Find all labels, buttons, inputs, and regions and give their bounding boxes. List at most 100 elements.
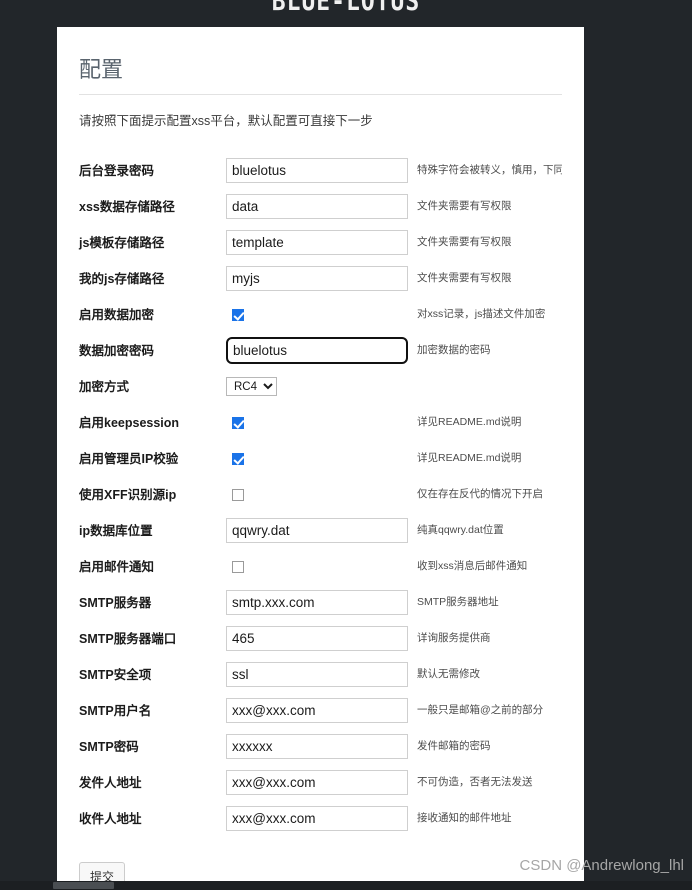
field-hint: 详见README.md说明 bbox=[417, 416, 522, 429]
field-hint: 详见README.md说明 bbox=[417, 452, 522, 465]
field-label: 我的js存储路径 bbox=[79, 271, 165, 286]
field-hint: 加密数据的密码 bbox=[417, 344, 491, 357]
field-control: RC4 bbox=[226, 377, 412, 397]
field-hint: 接收通知的邮件地址 bbox=[417, 812, 512, 825]
field-control bbox=[226, 337, 412, 365]
submit-row: 提交 bbox=[79, 861, 562, 882]
form-row: SMTP密码 发件邮箱的密码 bbox=[79, 729, 562, 765]
text-input[interactable] bbox=[226, 590, 408, 616]
form-row: 收件人地址 接收通知的邮件地址 bbox=[79, 801, 562, 837]
form-row: 启用数据加密 对xss记录，js描述文件加密 bbox=[79, 297, 562, 333]
field-control bbox=[226, 488, 412, 501]
field-label: ip数据库位置 bbox=[79, 523, 153, 538]
text-input[interactable] bbox=[226, 734, 408, 760]
form-row: 使用XFF识别源ip 仅在存在反代的情况下开启 bbox=[79, 477, 562, 513]
text-input[interactable] bbox=[226, 662, 408, 688]
site-title: BLUE-LOTUS bbox=[271, 0, 421, 17]
text-input[interactable] bbox=[226, 266, 408, 292]
field-hint: 纯真qqwry.dat位置 bbox=[417, 524, 504, 537]
site-banner: BLUE-LOTUS bbox=[0, 0, 692, 27]
form-row: 加密方式 RC4 bbox=[79, 369, 562, 405]
field-hint: 文件夹需要有写权限 bbox=[417, 200, 512, 213]
horizontal-scrollbar[interactable] bbox=[0, 881, 692, 890]
form-row: SMTP用户名 一般只是邮箱@之前的部分 bbox=[79, 693, 562, 729]
horizontal-scrollbar-thumb[interactable] bbox=[53, 882, 114, 889]
field-label: 启用keepsession bbox=[79, 415, 180, 430]
field-hint: 特殊字符会被转义，慎用，下同 bbox=[417, 164, 562, 177]
field-label: 收件人地址 bbox=[79, 811, 142, 826]
checkbox-input[interactable] bbox=[232, 416, 244, 429]
checkbox-input[interactable] bbox=[232, 452, 244, 465]
form-row: 发件人地址 不可伪造，否者无法发送 bbox=[79, 765, 562, 801]
field-hint: 默认无需修改 bbox=[417, 668, 480, 681]
field-control bbox=[226, 230, 412, 256]
field-label: 启用管理员IP校验 bbox=[79, 451, 179, 466]
field-hint: 一般只是邮箱@之前的部分 bbox=[417, 704, 544, 717]
field-label: js模板存储路径 bbox=[79, 235, 165, 250]
text-input[interactable] bbox=[226, 337, 408, 365]
submit-button[interactable]: 提交 bbox=[79, 861, 126, 882]
checkbox-input[interactable] bbox=[232, 488, 244, 501]
field-label: 数据加密密码 bbox=[79, 343, 155, 358]
form-row: 数据加密密码 加密数据的密码 bbox=[79, 333, 562, 369]
field-label: 启用数据加密 bbox=[79, 307, 155, 322]
field-label: 使用XFF识别源ip bbox=[79, 487, 177, 502]
form-row: 启用邮件通知 收到xss消息后邮件通知 bbox=[79, 549, 562, 585]
title-divider bbox=[79, 94, 562, 96]
text-input[interactable] bbox=[226, 194, 408, 220]
form-row: 后台登录密码 特殊字符会被转义，慎用，下同 bbox=[79, 153, 562, 189]
field-hint: 文件夹需要有写权限 bbox=[417, 236, 512, 249]
field-control bbox=[226, 806, 412, 832]
page-title: 配置 bbox=[79, 57, 124, 82]
config-form: 后台登录密码特殊字符会被转义，慎用，下同xss数据存储路径文件夹需要有写权限js… bbox=[79, 153, 562, 837]
field-label: SMTP密码 bbox=[79, 739, 139, 754]
intro-text: 请按照下面提示配置xss平台，默认配置可直接下一步 bbox=[79, 114, 373, 129]
field-hint: 详询服务提供商 bbox=[417, 632, 491, 645]
text-input[interactable] bbox=[226, 626, 408, 652]
field-control bbox=[226, 698, 412, 724]
text-input[interactable] bbox=[226, 230, 408, 256]
select-input[interactable]: RC4 bbox=[226, 377, 277, 397]
field-label: 加密方式 bbox=[79, 379, 130, 394]
checkbox-input[interactable] bbox=[232, 308, 244, 321]
text-input[interactable] bbox=[226, 806, 408, 832]
field-control bbox=[226, 518, 412, 544]
field-control bbox=[226, 308, 412, 321]
checkbox-input[interactable] bbox=[232, 560, 244, 573]
field-control bbox=[226, 662, 412, 688]
field-control bbox=[226, 626, 412, 652]
field-control bbox=[226, 770, 412, 796]
field-label: xss数据存储路径 bbox=[79, 199, 175, 214]
field-label: 启用邮件通知 bbox=[79, 559, 155, 574]
field-control bbox=[226, 734, 412, 760]
config-card: 配置 请按照下面提示配置xss平台，默认配置可直接下一步 后台登录密码 特殊字符会… bbox=[57, 27, 584, 882]
form-row: xss数据存储路径 文件夹需要有写权限 bbox=[79, 189, 562, 225]
text-input[interactable] bbox=[226, 770, 408, 796]
field-label: SMTP服务器端口 bbox=[79, 631, 177, 646]
field-hint: 文件夹需要有写权限 bbox=[417, 272, 512, 285]
field-label: SMTP用户名 bbox=[79, 703, 152, 718]
text-input[interactable] bbox=[226, 518, 408, 544]
form-row: 启用管理员IP校验 详见README.md说明 bbox=[79, 441, 562, 477]
field-hint: 发件邮箱的密码 bbox=[417, 740, 491, 753]
field-control bbox=[226, 590, 412, 616]
field-control bbox=[226, 452, 412, 465]
text-input[interactable] bbox=[226, 698, 408, 724]
form-row: js模板存储路径 文件夹需要有写权限 bbox=[79, 225, 562, 261]
form-row: 我的js存储路径 文件夹需要有写权限 bbox=[79, 261, 562, 297]
field-control bbox=[226, 560, 412, 573]
field-control bbox=[226, 194, 412, 220]
browser-page: BLUE-LOTUS 配置 请按照下面提示配置xss平台，默认配置可直接下一步 … bbox=[0, 0, 692, 890]
form-row: ip数据库位置 纯真qqwry.dat位置 bbox=[79, 513, 562, 549]
form-row: SMTP安全项 默认无需修改 bbox=[79, 657, 562, 693]
field-hint: 不可伪造，否者无法发送 bbox=[417, 776, 533, 789]
form-row: SMTP服务器端口 详询服务提供商 bbox=[79, 621, 562, 657]
text-input[interactable] bbox=[226, 158, 408, 184]
form-row: 启用keepsession 详见README.md说明 bbox=[79, 405, 562, 441]
field-label: 后台登录密码 bbox=[79, 163, 155, 178]
field-hint: 对xss记录，js描述文件加密 bbox=[417, 308, 546, 321]
field-label: SMTP安全项 bbox=[79, 667, 152, 682]
field-control bbox=[226, 158, 412, 184]
field-hint: 仅在存在反代的情况下开启 bbox=[417, 488, 543, 501]
form-row: SMTP服务器 SMTP服务器地址 bbox=[79, 585, 562, 621]
